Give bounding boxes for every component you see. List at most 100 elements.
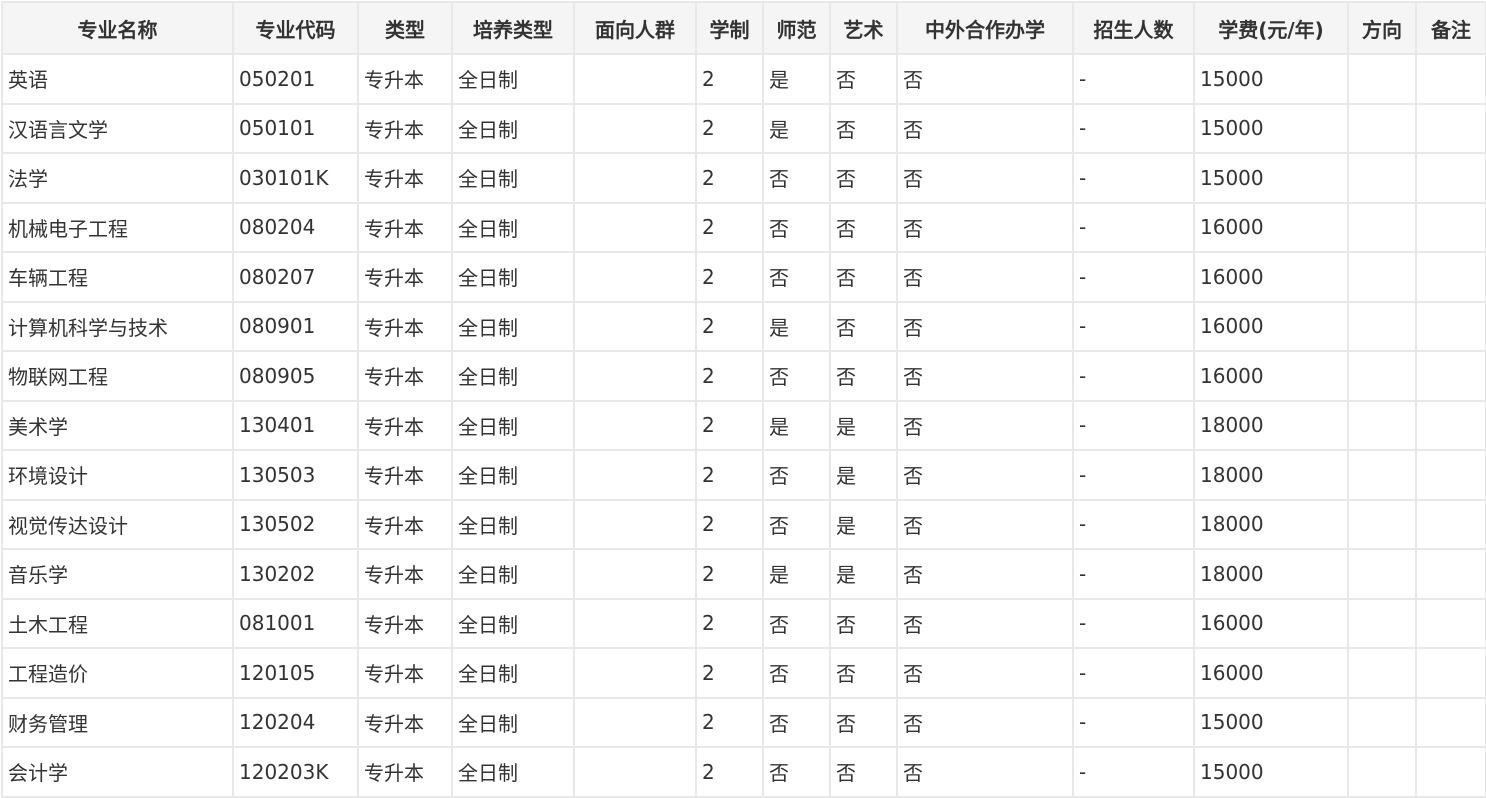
cell-duration: 2 [695, 201, 764, 253]
cell-major-name: 车辆工程 [1, 251, 234, 303]
cell-normal: 否 [762, 597, 831, 649]
cell-art: 否 [829, 696, 898, 748]
table-row: 环境设计 130503 专升本 全日制 2 否是否 -18000 [1, 449, 1486, 501]
cell-sino-foreign: 否 [896, 350, 1074, 402]
cell-major-name: 环境设计 [1, 449, 234, 501]
cell-art: 否 [829, 251, 898, 303]
cell-target-group [573, 300, 697, 352]
cell-training-type: 全日制 [451, 498, 575, 550]
cell-enrollment: - [1072, 102, 1195, 154]
cell-tuition: 16000 [1193, 597, 1349, 649]
cell-major-name: 美术学 [1, 399, 234, 451]
table-row: 工程造价 120105 专升本 全日制 2 否否否 -16000 [1, 647, 1486, 699]
table-row: 土木工程 081001 专升本 全日制 2 否否否 -16000 [1, 597, 1486, 649]
cell-normal: 是 [762, 300, 831, 352]
cell-remarks [1415, 152, 1486, 204]
cell-training-type: 全日制 [451, 300, 575, 352]
cell-major-name: 机械电子工程 [1, 201, 234, 253]
table-row: 音乐学 130202 专升本 全日制 2 是是否 -18000 [1, 548, 1486, 600]
cell-normal: 否 [762, 449, 831, 501]
cell-art: 否 [829, 597, 898, 649]
cell-tuition: 16000 [1193, 201, 1349, 253]
cell-type: 专升本 [357, 350, 453, 402]
cell-enrollment: - [1072, 647, 1195, 699]
header-art: 艺术 [829, 1, 898, 55]
cell-sino-foreign: 否 [896, 548, 1074, 600]
cell-normal: 否 [762, 152, 831, 204]
cell-training-type: 全日制 [451, 647, 575, 699]
cell-target-group [573, 696, 697, 748]
cell-normal: 否 [762, 251, 831, 303]
cell-duration: 2 [695, 152, 764, 204]
cell-major-code: 050201 [232, 53, 359, 105]
cell-target-group [573, 201, 697, 253]
cell-type: 专升本 [357, 696, 453, 748]
cell-target-group [573, 597, 697, 649]
cell-direction [1347, 53, 1417, 105]
cell-enrollment: - [1072, 498, 1195, 550]
cell-art: 否 [829, 102, 898, 154]
cell-major-code: 080901 [232, 300, 359, 352]
cell-tuition: 15000 [1193, 746, 1349, 798]
cell-sino-foreign: 否 [896, 53, 1074, 105]
cell-major-name: 财务管理 [1, 696, 234, 748]
cell-type: 专升本 [357, 746, 453, 798]
cell-training-type: 全日制 [451, 746, 575, 798]
cell-major-name: 物联网工程 [1, 350, 234, 402]
cell-remarks [1415, 548, 1486, 600]
cell-direction [1347, 696, 1417, 748]
cell-direction [1347, 300, 1417, 352]
cell-remarks [1415, 399, 1486, 451]
cell-duration: 2 [695, 251, 764, 303]
cell-direction [1347, 548, 1417, 600]
cell-major-code: 030101K [232, 152, 359, 204]
header-normal: 师范 [762, 1, 831, 55]
header-major-name: 专业名称 [1, 1, 234, 55]
table-row: 机械电子工程 080204 专升本 全日制 2 否否否 -16000 [1, 201, 1486, 253]
cell-target-group [573, 498, 697, 550]
cell-target-group [573, 746, 697, 798]
header-tuition: 学费(元/年) [1193, 1, 1349, 55]
cell-enrollment: - [1072, 696, 1195, 748]
cell-remarks [1415, 201, 1486, 253]
cell-tuition: 18000 [1193, 399, 1349, 451]
cell-training-type: 全日制 [451, 597, 575, 649]
cell-major-name: 土木工程 [1, 597, 234, 649]
cell-sino-foreign: 否 [896, 696, 1074, 748]
cell-sino-foreign: 否 [896, 399, 1074, 451]
cell-sino-foreign: 否 [896, 597, 1074, 649]
cell-enrollment: - [1072, 597, 1195, 649]
table-row: 车辆工程 080207 专升本 全日制 2 否否否 -16000 [1, 251, 1486, 303]
cell-remarks [1415, 449, 1486, 501]
cell-enrollment: - [1072, 449, 1195, 501]
table-row: 物联网工程 080905 专升本 全日制 2 否否否 -16000 [1, 350, 1486, 402]
cell-major-code: 120204 [232, 696, 359, 748]
cell-major-code: 130503 [232, 449, 359, 501]
cell-target-group [573, 350, 697, 402]
majors-table: 专业名称 专业代码 类型 培养类型 面向人群 学制 师范 艺术 中外合作办学 招… [1, 1, 1486, 798]
cell-normal: 是 [762, 102, 831, 154]
cell-sino-foreign: 否 [896, 251, 1074, 303]
cell-type: 专升本 [357, 399, 453, 451]
cell-tuition: 15000 [1193, 152, 1349, 204]
cell-direction [1347, 399, 1417, 451]
cell-major-code: 120105 [232, 647, 359, 699]
cell-target-group [573, 152, 697, 204]
table-row: 汉语言文学 050101 专升本 全日制 2 是否否 -15000 [1, 102, 1486, 154]
cell-remarks [1415, 498, 1486, 550]
cell-remarks [1415, 696, 1486, 748]
cell-art: 否 [829, 647, 898, 699]
cell-major-code: 080905 [232, 350, 359, 402]
cell-sino-foreign: 否 [896, 152, 1074, 204]
cell-tuition: 16000 [1193, 300, 1349, 352]
cell-sino-foreign: 否 [896, 201, 1074, 253]
cell-target-group [573, 399, 697, 451]
cell-major-code: 050101 [232, 102, 359, 154]
cell-normal: 否 [762, 201, 831, 253]
cell-training-type: 全日制 [451, 53, 575, 105]
cell-type: 专升本 [357, 449, 453, 501]
cell-remarks [1415, 251, 1486, 303]
cell-enrollment: - [1072, 746, 1195, 798]
cell-duration: 2 [695, 53, 764, 105]
cell-major-name: 汉语言文学 [1, 102, 234, 154]
